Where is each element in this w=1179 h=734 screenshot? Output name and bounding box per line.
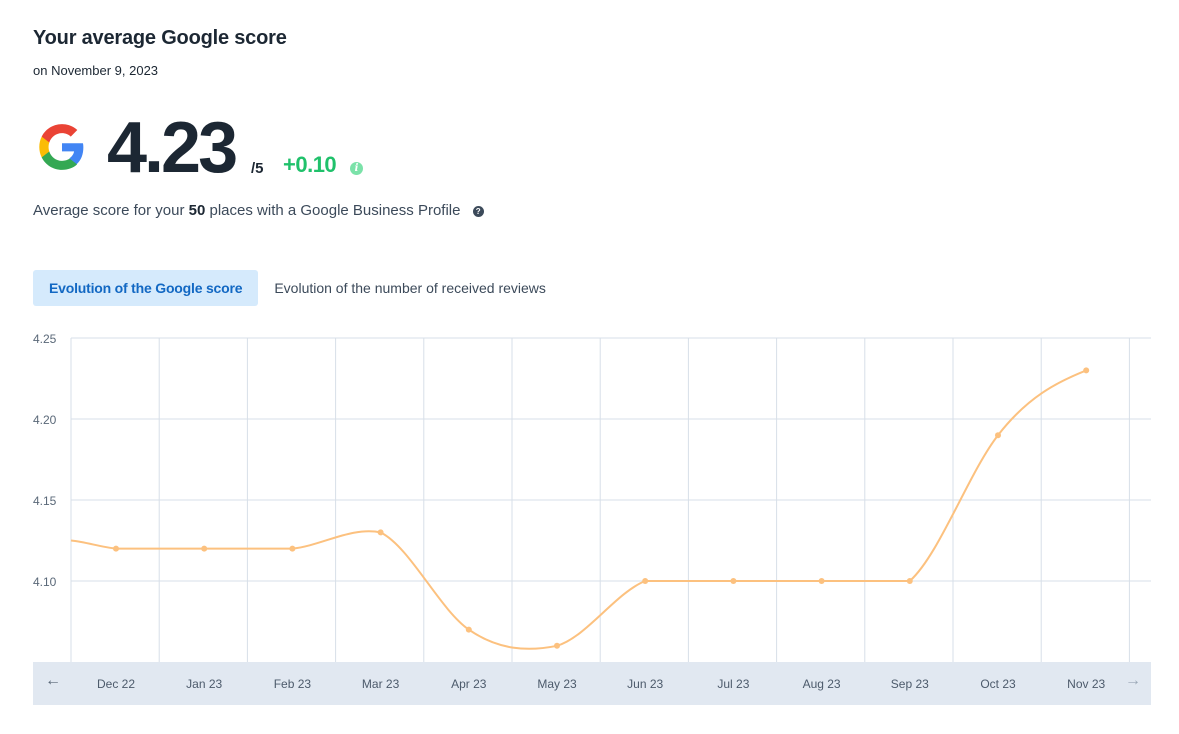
data-point-jun-23[interactable] <box>642 578 649 584</box>
places-count: 50 <box>188 202 206 219</box>
data-point-oct-23[interactable] <box>995 432 1001 439</box>
x-tick-label: Jun 23 <box>627 677 664 691</box>
data-point-sep-23[interactable] <box>906 578 913 584</box>
arrow-left-icon[interactable]: ← <box>45 672 61 690</box>
score-line <box>70 369 1087 650</box>
data-point-feb-23[interactable] <box>289 545 296 552</box>
data-point-jul-23[interactable] <box>730 578 737 584</box>
data-point-dec-22[interactable] <box>113 545 119 552</box>
data-point-may-23[interactable] <box>554 642 560 649</box>
data-point-aug-23[interactable] <box>818 578 825 584</box>
x-tick-label: Feb 23 <box>273 677 312 691</box>
x-tick-label: Nov 23 <box>1067 677 1106 691</box>
score-summary: 4.23 /5 +0.10 i <box>33 108 633 192</box>
x-tick-label: Sep 23 <box>890 677 929 691</box>
score-date: on November 9, 2023 <box>33 63 159 78</box>
score-chart: 4.25 4.20 4.15 4.10 ← → Dec 22 Jan 23 Feb … <box>0 320 1179 720</box>
data-point-nov-23[interactable] <box>1083 367 1090 374</box>
x-tick-label: May 23 <box>537 677 577 691</box>
info-icon[interactable]: i <box>350 162 363 175</box>
google-g-icon <box>39 124 84 170</box>
page-title: Your average Google score <box>33 27 287 49</box>
x-tick-label: Mar 23 <box>361 677 400 691</box>
line-plot <box>70 337 1151 662</box>
score-description: Average score for your 50 places with a … <box>33 202 484 219</box>
data-point-jan-23[interactable] <box>201 545 208 552</box>
score-delta: +0.10 <box>283 152 337 177</box>
arrow-right-icon[interactable]: → <box>1125 672 1141 690</box>
data-point-apr-23[interactable] <box>465 626 472 633</box>
tab-received-reviews[interactable]: Evolution of the number of received revi… <box>258 270 562 306</box>
chart-tabs: Evolution of the Google score Evolution … <box>33 270 562 306</box>
x-tick-label: Oct 23 <box>980 677 1016 691</box>
x-tick-label: Apr 23 <box>451 677 487 691</box>
description-prefix: Average score for your <box>33 202 189 219</box>
question-icon[interactable]: ? <box>472 206 484 217</box>
x-tick-label: Aug 23 <box>802 677 841 691</box>
x-tick-label: Jan 23 <box>186 677 223 691</box>
data-point-mar-23[interactable] <box>377 529 384 536</box>
score-value: 4.23 <box>107 108 238 188</box>
x-tick-label: Jul 23 <box>717 677 750 691</box>
description-suffix: places with a Google Business Profile <box>205 202 461 219</box>
tab-google-score[interactable]: Evolution of the Google score <box>33 270 259 306</box>
x-tick-label: Dec 22 <box>96 677 136 691</box>
score-max: /5 <box>251 160 264 177</box>
